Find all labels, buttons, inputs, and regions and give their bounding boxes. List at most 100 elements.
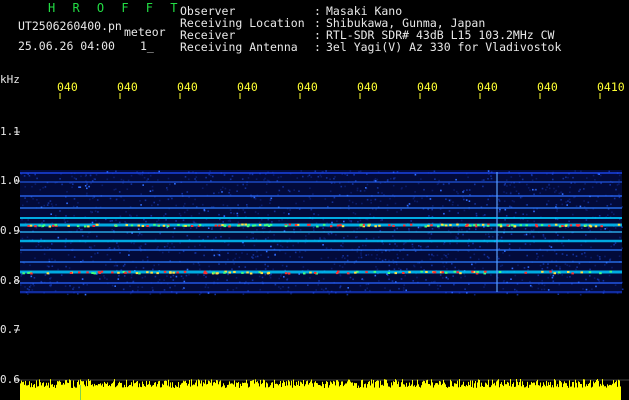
noise-dot — [41, 221, 43, 224]
noise-dot — [505, 192, 508, 194]
noise-dot — [587, 201, 590, 204]
noise-dot — [244, 266, 247, 268]
noise-dot — [406, 254, 409, 256]
level-bar-column — [66, 380, 67, 400]
level-bar-column — [116, 386, 117, 400]
noise-dot — [557, 293, 560, 295]
noise-dot — [364, 289, 367, 291]
noise-dot — [141, 286, 144, 288]
level-bar-column — [471, 386, 472, 400]
level-bar-column — [447, 387, 448, 400]
noise-dot — [532, 235, 535, 238]
level-bar-column — [374, 387, 375, 400]
level-bar-column — [433, 387, 434, 400]
noise-dot — [602, 279, 605, 282]
level-bar-column — [448, 386, 449, 400]
level-bar-column — [578, 381, 579, 400]
signal-peak — [336, 224, 340, 227]
level-bar-column — [415, 387, 416, 400]
noise-dot — [518, 192, 520, 195]
level-bar-column — [419, 386, 420, 400]
noise-dot — [460, 219, 463, 222]
signal-peak — [548, 224, 551, 227]
level-bar-column — [457, 380, 458, 400]
level-bar-column — [178, 382, 179, 400]
noise-dot — [543, 284, 546, 287]
noise-dot — [55, 203, 57, 206]
level-bar-column — [422, 381, 423, 400]
level-bar-column — [455, 383, 456, 400]
noise-dot — [157, 263, 160, 266]
signal-peak — [228, 271, 231, 274]
noise-dot — [404, 274, 406, 277]
noise-dot — [384, 287, 386, 289]
noise-dot — [29, 264, 31, 267]
level-bar-column — [203, 382, 204, 400]
noise-dot — [618, 179, 620, 181]
level-bar-column — [152, 385, 153, 400]
noise-dot — [346, 254, 349, 257]
noise-dot — [198, 264, 201, 266]
level-bar-column — [81, 381, 82, 400]
noise-dot — [261, 276, 264, 279]
noise-dot — [521, 178, 524, 181]
noise-dot — [33, 284, 35, 287]
signal-peak — [177, 224, 180, 226]
level-bar-column — [611, 385, 612, 400]
level-bar-column — [536, 381, 537, 400]
noise-dot — [49, 200, 52, 202]
noise-dot — [457, 233, 460, 235]
noise-dot — [34, 183, 37, 185]
noise-dot — [339, 182, 341, 185]
level-bar-column — [174, 388, 175, 400]
noise-dot — [255, 268, 258, 270]
noise-dot — [510, 278, 512, 280]
level-bar-column — [616, 380, 617, 400]
noise-dot — [143, 176, 146, 179]
spectrogram — [14, 93, 629, 400]
noise-dot — [508, 243, 511, 245]
level-bar-column — [588, 384, 589, 400]
level-bar-column — [185, 380, 186, 400]
signal-peak — [241, 223, 244, 226]
noise-dot — [365, 237, 368, 240]
level-bar-column — [361, 380, 362, 400]
noise-dot — [473, 267, 476, 269]
level-bar-column — [527, 381, 528, 400]
noise-dot — [178, 212, 181, 215]
noise-dot — [242, 227, 245, 229]
level-bar-column — [131, 382, 132, 400]
noise-dot — [428, 215, 430, 217]
level-bar-column — [607, 384, 608, 400]
noise-dot — [603, 290, 605, 292]
noise-dot — [242, 293, 245, 295]
level-bar-column — [183, 380, 184, 400]
noise-dot — [458, 229, 460, 231]
level-bar-column — [99, 384, 100, 400]
noise-dot — [223, 174, 226, 176]
level-bar-column — [591, 387, 592, 400]
signal-peak — [506, 224, 509, 227]
noise-dot — [526, 183, 528, 186]
level-bar-column — [533, 382, 534, 400]
noise-dot — [396, 253, 398, 256]
noise-dot — [471, 263, 473, 266]
noise-dot — [451, 263, 453, 265]
level-bar-column — [382, 384, 383, 400]
level-bar-column — [594, 383, 595, 400]
level-bar-column — [416, 385, 417, 400]
level-bar-column — [484, 386, 485, 400]
noise-dot — [216, 253, 219, 256]
noise-dot — [481, 179, 484, 182]
noise-dot — [46, 246, 49, 249]
noise-dot — [329, 178, 331, 180]
signal-peak — [367, 224, 370, 227]
noise-dot — [215, 236, 217, 239]
noise-dot — [340, 185, 343, 188]
level-bar-column — [332, 383, 333, 400]
signal-peak — [111, 271, 114, 274]
signal-peak — [223, 224, 227, 227]
noise-dot — [48, 258, 50, 261]
signal-peak — [267, 271, 270, 274]
level-bar-column — [119, 381, 120, 400]
